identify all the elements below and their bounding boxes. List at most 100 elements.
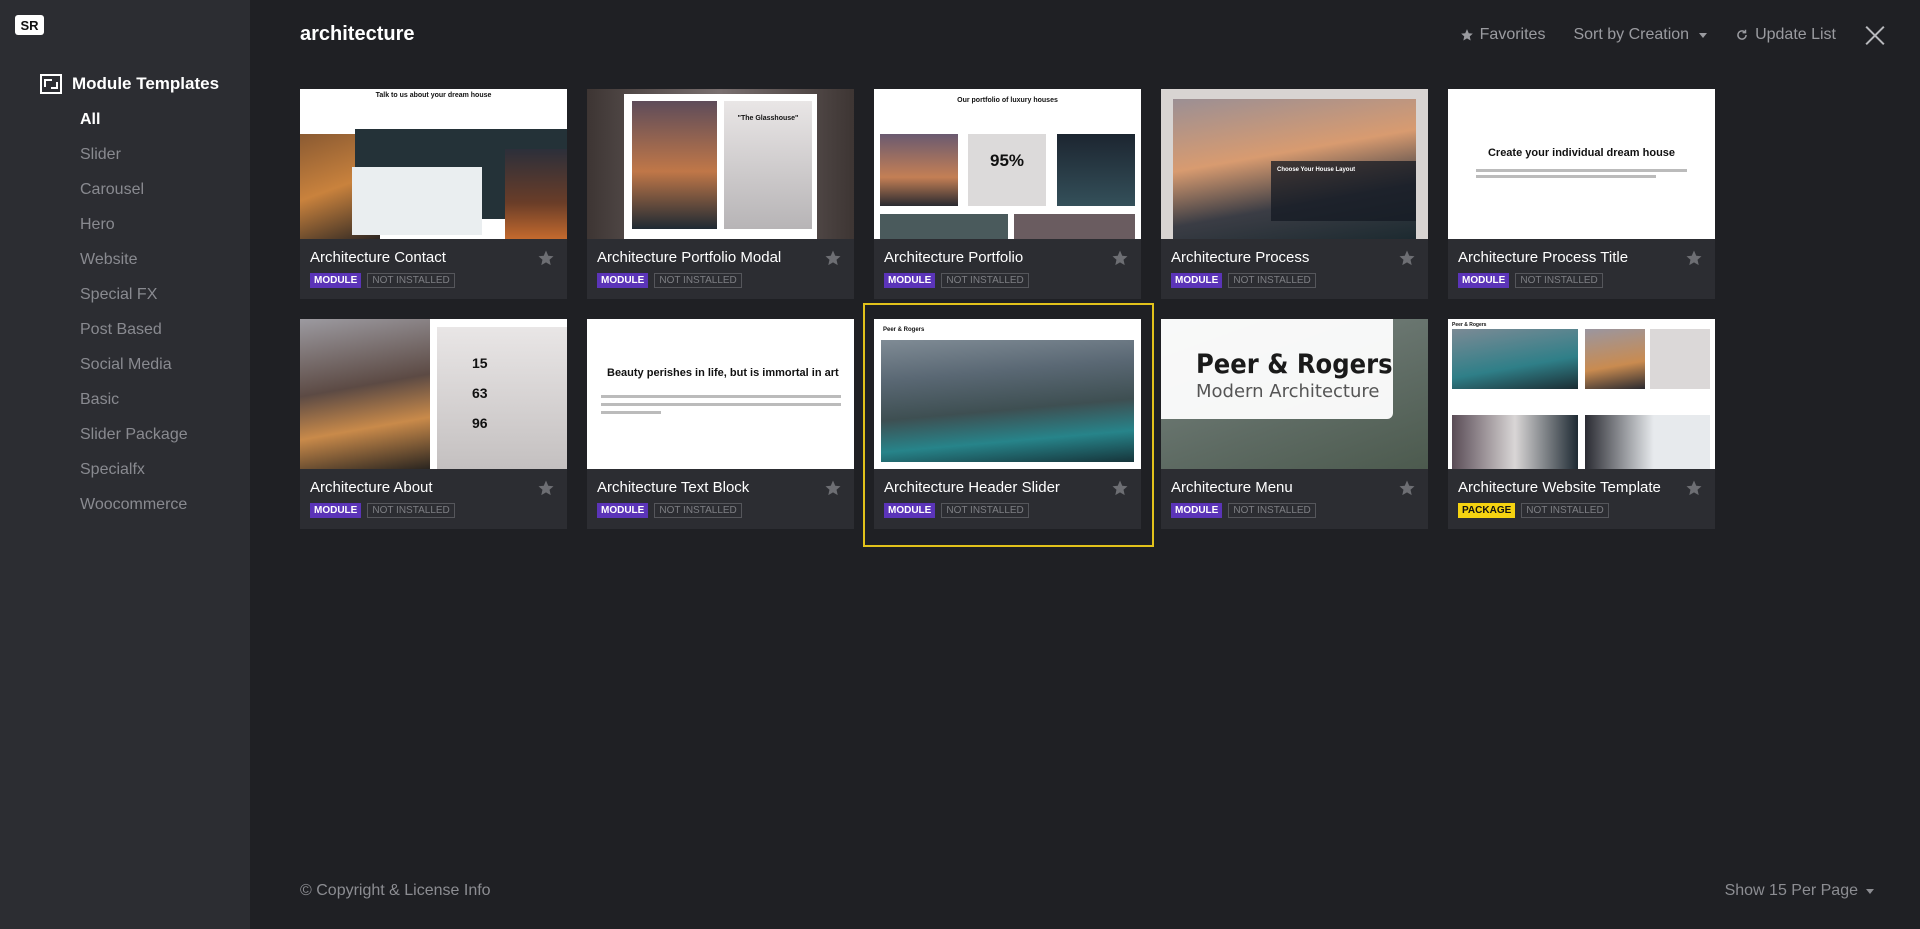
status-badge: NOT INSTALLED [1521, 503, 1609, 518]
badge-group: MODULE NOT INSTALLED [884, 273, 1029, 288]
module-templates-icon [40, 74, 62, 94]
template-title: Architecture Portfolio [884, 249, 1024, 266]
badge-group: PACKAGE NOT INSTALLED [1458, 503, 1609, 518]
thumbnail-photo [1014, 214, 1135, 239]
category-slider-package[interactable]: Slider Package [80, 423, 188, 458]
thumbnail-photo [880, 214, 1008, 239]
favorite-star-icon[interactable] [1398, 479, 1416, 497]
template-title: Architecture Text Block [597, 479, 750, 496]
category-basic[interactable]: Basic [80, 388, 188, 423]
status-badge: NOT INSTALLED [941, 273, 1029, 288]
status-badge: NOT INSTALLED [654, 273, 742, 288]
thumbnail-text: Beauty perishes in life, but is immortal… [607, 367, 839, 379]
category-woocommerce[interactable]: Woocommerce [80, 493, 188, 528]
template-title: Architecture Portfolio Modal [597, 249, 782, 266]
status-badge: NOT INSTALLED [367, 503, 455, 518]
thumbnail-photo [880, 134, 958, 206]
favorite-star-icon[interactable] [1111, 249, 1129, 267]
category-special-fx[interactable]: Special FX [80, 283, 188, 318]
update-list-label: Update List [1755, 26, 1836, 43]
module-templates-label: Module Templates [72, 74, 220, 93]
template-title: Architecture Menu [1171, 479, 1293, 496]
template-title: Architecture Contact [310, 249, 446, 266]
type-badge: PACKAGE [1458, 503, 1516, 518]
template-card[interactable]: Peer & Rogers Architecture Website Templ… [1448, 319, 1715, 529]
type-badge: MODULE [1458, 273, 1510, 288]
template-card[interactable]: Choose Your House Layout Architecture Pr… [1161, 89, 1428, 299]
favorite-star-icon[interactable] [1685, 479, 1703, 497]
thumbnail-panel [437, 327, 567, 469]
badge-group: MODULE NOT INSTALLED [310, 273, 455, 288]
thumbnail-photo [505, 149, 567, 239]
template-title: Architecture Website Template [1458, 479, 1661, 496]
template-card[interactable]: Talk to us about your dream house Archit… [300, 89, 567, 299]
thumbnail-photo [1585, 415, 1710, 469]
thumbnail-map [352, 167, 482, 235]
thumbnail-text: Talk to us about your dream house [375, 92, 492, 99]
template-thumbnail: Peer & Rogers Modern Architecture [1161, 319, 1428, 469]
thumbnail-photo [300, 319, 430, 469]
thumbnail-stat: 15 [472, 355, 488, 371]
close-icon[interactable] [1864, 24, 1886, 46]
thumbnail-text: Our portfolio of luxury houses [957, 97, 1058, 104]
category-social-media[interactable]: Social Media [80, 353, 188, 388]
thumbnail-photo [632, 101, 717, 229]
favorite-star-icon[interactable] [1398, 249, 1416, 267]
thumbnail-line [601, 411, 661, 414]
template-card[interactable]: Beauty perishes in life, but is immortal… [587, 319, 854, 529]
status-badge: NOT INSTALLED [654, 503, 742, 518]
category-hero[interactable]: Hero [80, 213, 188, 248]
favorite-star-icon[interactable] [537, 249, 555, 267]
favorite-star-icon[interactable] [537, 479, 555, 497]
thumbnail-photo [1057, 134, 1135, 206]
category-website[interactable]: Website [80, 248, 188, 283]
thumbnail-text: Choose Your House Layout [1277, 167, 1356, 173]
thumbnail-stat: 96 [472, 415, 488, 431]
category-all[interactable]: All [80, 108, 188, 143]
category-carousel[interactable]: Carousel [80, 178, 188, 213]
thumbnail-stat: 95% [989, 151, 1025, 170]
thumbnail-stat: 63 [472, 385, 488, 401]
status-badge: NOT INSTALLED [1228, 273, 1316, 288]
thumbnail-subtext: Modern Architecture [1196, 381, 1380, 402]
category-slider[interactable]: Slider [80, 143, 188, 178]
sort-dropdown[interactable]: Sort by Creation [1573, 26, 1708, 44]
thumbnail-line [1476, 175, 1656, 178]
search-term-title: architecture [300, 23, 415, 45]
thumbnail-text: Create your individual dream house [1487, 147, 1676, 159]
template-card[interactable]: Our portfolio of luxury houses 95% Archi… [874, 89, 1141, 299]
favorite-star-icon[interactable] [824, 479, 842, 497]
template-card[interactable]: "The Glasshouse" Architecture Portfolio … [587, 89, 854, 299]
badge-group: MODULE NOT INSTALLED [597, 503, 742, 518]
category-post-based[interactable]: Post Based [80, 318, 188, 353]
template-thumbnail: Talk to us about your dream house [300, 89, 567, 239]
favorite-star-icon[interactable] [1685, 249, 1703, 267]
template-card[interactable]: 15 63 96 Architecture About MODULE NOT I… [300, 319, 567, 529]
top-toolbar: Favorites Sort by Creation Update List [1460, 20, 1920, 50]
category-specialfx[interactable]: Specialfx [80, 458, 188, 493]
selected-card-highlight [863, 303, 1154, 547]
type-badge: MODULE [1171, 273, 1223, 288]
template-thumbnail: "The Glasshouse" [587, 89, 854, 239]
sort-label: Sort by Creation [1573, 26, 1690, 43]
per-page-label: Show 15 Per Page [1724, 882, 1858, 899]
thumbnail-photo [1452, 329, 1578, 389]
favorite-star-icon[interactable] [824, 249, 842, 267]
template-title: Architecture About [310, 479, 433, 496]
update-list-button[interactable]: Update List [1735, 26, 1836, 44]
badge-group: MODULE NOT INSTALLED [1171, 273, 1316, 288]
template-title: Architecture Process [1171, 249, 1310, 266]
per-page-dropdown[interactable]: Show 15 Per Page [1725, 882, 1874, 900]
status-badge: NOT INSTALLED [1228, 503, 1316, 518]
template-thumbnail: 15 63 96 [300, 319, 567, 469]
app-logo: SR [15, 15, 44, 35]
thumbnail-photo [1585, 329, 1645, 389]
template-card[interactable]: Peer & Rogers Modern Architecture Archit… [1161, 319, 1428, 529]
type-badge: MODULE [1171, 503, 1223, 518]
badge-group: MODULE NOT INSTALLED [597, 273, 742, 288]
template-title: Architecture Process Title [1458, 249, 1629, 266]
favorites-button[interactable]: Favorites [1460, 26, 1545, 44]
copyright-link[interactable]: © Copyright & License Info [300, 882, 491, 900]
template-card[interactable]: Create your individual dream house Archi… [1448, 89, 1715, 299]
thumbnail-line [601, 403, 841, 406]
